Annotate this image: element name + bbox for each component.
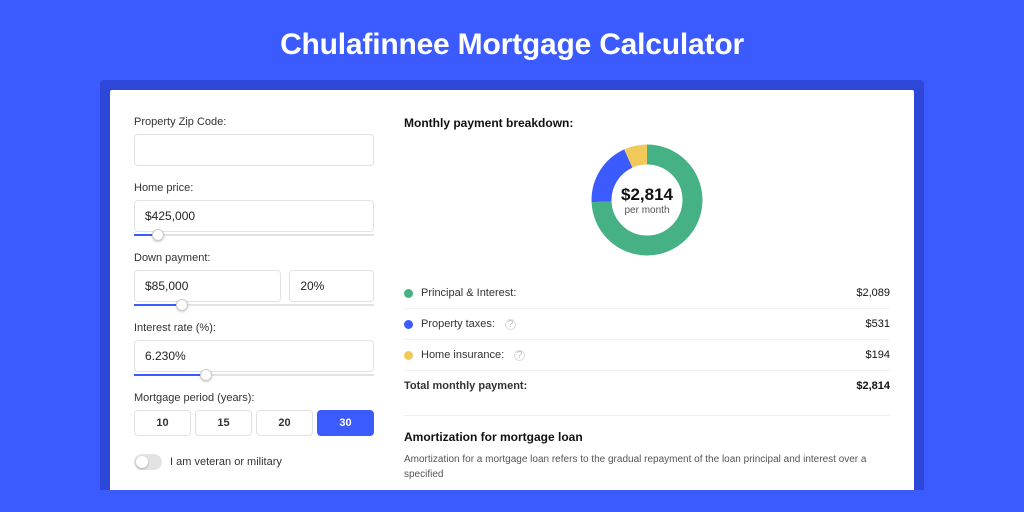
- period-button-15[interactable]: 15: [195, 410, 252, 436]
- legend-dot: [404, 289, 413, 298]
- breakdown-panel: Monthly payment breakdown: $2,814 per mo…: [404, 116, 890, 490]
- legend-label: Principal & Interest:: [421, 287, 516, 299]
- slider-thumb[interactable]: [152, 229, 164, 241]
- legend-dot: [404, 351, 413, 360]
- period-buttons: 10152030: [134, 410, 374, 436]
- breakdown-title: Monthly payment breakdown:: [404, 116, 890, 130]
- interest-rate-label: Interest rate (%):: [134, 322, 374, 334]
- veteran-toggle[interactable]: [134, 454, 162, 470]
- home-price-label: Home price:: [134, 182, 374, 194]
- total-label: Total monthly payment:: [404, 380, 527, 392]
- legend: Principal & Interest: $2,089 Property taxe…: [404, 278, 890, 371]
- legend-left: Home insurance:?: [404, 349, 525, 361]
- period-label: Mortgage period (years):: [134, 392, 374, 404]
- total-value: $2,814: [856, 380, 890, 392]
- veteran-label: I am veteran or military: [170, 456, 282, 468]
- legend-left: Property taxes:?: [404, 318, 516, 330]
- interest-rate-group: Interest rate (%):: [134, 322, 374, 376]
- info-icon[interactable]: ?: [514, 350, 525, 361]
- legend-label: Property taxes:: [421, 318, 495, 330]
- donut-sub: per month: [624, 205, 669, 216]
- info-icon[interactable]: ?: [505, 319, 516, 330]
- period-button-10[interactable]: 10: [134, 410, 191, 436]
- donut-value: $2,814: [621, 185, 673, 205]
- legend-row: Home insurance:? $194: [404, 340, 890, 371]
- donut-chart: $2,814 per month: [587, 140, 707, 260]
- slider-thumb[interactable]: [200, 369, 212, 381]
- slider-fill: [134, 374, 206, 376]
- down-payment-pct-input[interactable]: [289, 270, 374, 302]
- donut-wrap: $2,814 per month: [404, 140, 890, 260]
- down-payment-label: Down payment:: [134, 252, 374, 264]
- page-title: Chulafinnee Mortgage Calculator: [0, 0, 1024, 80]
- zip-label: Property Zip Code:: [134, 116, 374, 128]
- legend-row: Property taxes:? $531: [404, 309, 890, 340]
- legend-value: $194: [866, 349, 890, 361]
- home-price-group: Home price:: [134, 182, 374, 236]
- veteran-row: I am veteran or military: [134, 454, 374, 470]
- period-button-20[interactable]: 20: [256, 410, 313, 436]
- zip-group: Property Zip Code:: [134, 116, 374, 166]
- interest-rate-slider[interactable]: [134, 374, 374, 376]
- form-panel: Property Zip Code: Home price: Down paym…: [134, 116, 374, 490]
- calculator-card: Property Zip Code: Home price: Down paym…: [110, 90, 914, 490]
- home-price-input[interactable]: [134, 200, 374, 232]
- legend-dot: [404, 320, 413, 329]
- down-payment-input[interactable]: [134, 270, 281, 302]
- toggle-knob: [136, 456, 148, 468]
- legend-value: $531: [866, 318, 890, 330]
- down-payment-group: Down payment:: [134, 252, 374, 306]
- donut-center: $2,814 per month: [587, 140, 707, 260]
- period-group: Mortgage period (years): 10152030: [134, 392, 374, 436]
- home-price-slider[interactable]: [134, 234, 374, 236]
- slider-fill: [134, 304, 182, 306]
- legend-value: $2,089: [856, 287, 890, 299]
- card-shadow: Property Zip Code: Home price: Down paym…: [100, 80, 924, 490]
- interest-rate-input[interactable]: [134, 340, 374, 372]
- legend-label: Home insurance:: [421, 349, 504, 361]
- legend-row: Principal & Interest: $2,089: [404, 278, 890, 309]
- down-payment-slider[interactable]: [134, 304, 374, 306]
- zip-input[interactable]: [134, 134, 374, 166]
- amortization-section: Amortization for mortgage loan Amortizat…: [404, 415, 890, 482]
- amortization-text: Amortization for a mortgage loan refers …: [404, 452, 890, 482]
- period-button-30[interactable]: 30: [317, 410, 374, 436]
- slider-thumb[interactable]: [176, 299, 188, 311]
- total-row: Total monthly payment: $2,814: [404, 371, 890, 401]
- legend-left: Principal & Interest:: [404, 287, 516, 299]
- amortization-title: Amortization for mortgage loan: [404, 430, 890, 444]
